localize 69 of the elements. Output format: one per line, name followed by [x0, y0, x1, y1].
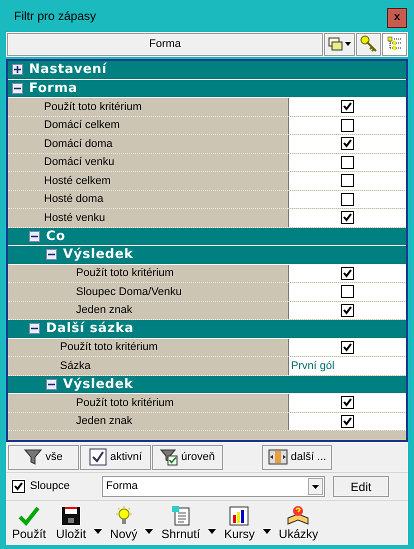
collapse-icon[interactable]	[46, 249, 57, 260]
tree-icon	[386, 36, 402, 52]
section-header[interactable]: Co	[8, 228, 406, 246]
section-title: Výsledek	[63, 246, 134, 264]
checkbox[interactable]	[341, 156, 354, 169]
property-value[interactable]: První gól	[289, 358, 406, 374]
funnel-icon	[24, 448, 42, 466]
section-title: Výsledek	[63, 376, 134, 394]
checkbox-label: Sloupce	[30, 479, 71, 494]
column-set-dropdown[interactable]: Forma	[102, 476, 325, 498]
folders-icon	[328, 36, 344, 52]
window-title: Filtr pro zápasy	[14, 8, 96, 25]
key-button[interactable]	[356, 32, 381, 56]
collapse-icon[interactable]	[12, 82, 23, 94]
help-book-icon	[287, 504, 310, 527]
checkmark-icon	[18, 504, 40, 527]
view-title: Forma	[7, 32, 323, 56]
checkbox[interactable]	[341, 174, 354, 188]
checkbox[interactable]	[12, 480, 25, 494]
filter-button[interactable]: úroveň	[152, 444, 223, 470]
section-header[interactable]: Nastavení	[8, 61, 406, 80]
checkbox[interactable]	[341, 266, 354, 280]
collapse-icon[interactable]	[29, 323, 40, 334]
checkbox-icon	[89, 448, 108, 466]
checkbox[interactable]	[341, 340, 354, 354]
filter-button[interactable]: aktivní	[80, 444, 151, 470]
filter-button[interactable]: další ...	[262, 444, 332, 470]
checkbox[interactable]	[341, 285, 354, 298]
key-icon	[360, 35, 378, 54]
checkbox[interactable]	[341, 304, 354, 317]
toolbar-button[interactable]: Nový	[108, 504, 140, 542]
folder-menu-button[interactable]	[324, 32, 355, 56]
section-title: Další sázka	[46, 320, 134, 338]
checkbox[interactable]	[341, 118, 354, 132]
bar-chart-icon	[228, 504, 250, 527]
caret-icon[interactable]	[208, 528, 216, 534]
section-header[interactable]: Výsledek	[8, 376, 406, 394]
toolbar-button[interactable]: Ukázky	[276, 504, 320, 542]
toolbar-button[interactable]: Kursy	[222, 504, 257, 542]
caret-icon	[312, 484, 319, 489]
caret-icon[interactable]	[145, 528, 154, 534]
toolbar-button[interactable]: Uložit	[54, 504, 88, 542]
section-title: Nastavení	[29, 61, 107, 80]
checkbox[interactable]	[341, 137, 354, 150]
close-button[interactable]: x	[387, 8, 407, 28]
caret-icon[interactable]	[94, 528, 102, 534]
section-header[interactable]: Další sázka	[8, 320, 406, 339]
toolbar-button[interactable]: Shrnutí	[159, 504, 202, 542]
filter-button[interactable]: vše	[8, 444, 79, 470]
collapse-icon[interactable]	[46, 378, 57, 390]
checkbox[interactable]	[341, 100, 354, 114]
tree-view-button[interactable]	[382, 32, 407, 56]
section-header[interactable]: Výsledek	[8, 246, 406, 265]
section-title: Co	[46, 228, 66, 246]
checkbox[interactable]	[341, 211, 354, 224]
toolbar-button[interactable]: Použít	[10, 504, 48, 542]
section-title: Forma	[29, 80, 78, 98]
funnel-check-icon	[160, 448, 178, 466]
checkbox[interactable]	[341, 192, 354, 206]
checkbox[interactable]	[341, 396, 354, 410]
caret-icon[interactable]	[262, 528, 271, 534]
caret-icon	[345, 42, 351, 46]
section-header[interactable]: Forma	[8, 80, 406, 98]
collapse-icon[interactable]	[29, 230, 40, 242]
checkbox[interactable]	[341, 414, 354, 428]
expand-icon[interactable]	[12, 64, 23, 76]
edit-button[interactable]: Edit	[333, 476, 389, 498]
columns-icon	[268, 449, 288, 466]
document-icon	[170, 504, 192, 527]
